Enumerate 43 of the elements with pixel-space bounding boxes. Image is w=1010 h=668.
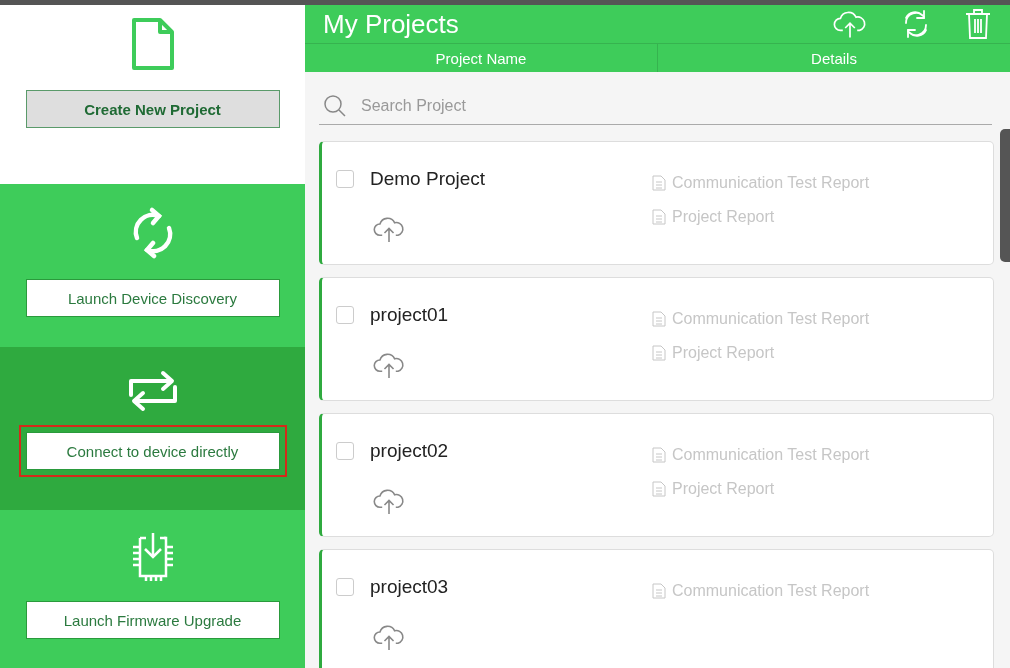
report-link[interactable]: Project Report — [672, 344, 775, 362]
project-name: project02 — [370, 440, 449, 462]
cloud-upload-icon[interactable] — [372, 216, 406, 244]
cloud-upload-icon[interactable] — [372, 624, 406, 652]
report-link[interactable]: Project Report — [672, 208, 775, 226]
document-icon — [652, 175, 666, 191]
document-icon — [652, 447, 666, 463]
sidebar-button[interactable]: Launch Device Discovery — [25, 279, 280, 317]
report-link[interactable]: Communication Test Report — [672, 582, 870, 600]
cloud-upload-icon[interactable] — [372, 488, 406, 516]
report-link[interactable]: Project Report — [672, 480, 775, 498]
document-icon — [652, 481, 666, 497]
cloud-upload-icon[interactable] — [372, 352, 406, 380]
report-link[interactable]: Communication Test Report — [672, 174, 870, 192]
project-card[interactable]: Demo Project Communication Test Report Project Report — [319, 141, 994, 265]
report-link[interactable]: Communication Test Report — [672, 310, 870, 328]
document-icon — [652, 583, 666, 599]
search-field[interactable]: Search Project — [359, 96, 988, 116]
header-title: My Projects — [323, 8, 460, 40]
cloud-upload-icon[interactable] — [832, 9, 868, 39]
project-card[interactable]: project03 Communication Test Report — [319, 549, 994, 668]
sync-icon[interactable] — [902, 9, 930, 40]
scrollbar-thumb[interactable] — [1000, 129, 1010, 262]
checkbox[interactable] — [336, 578, 354, 596]
checkbox[interactable] — [336, 170, 354, 188]
document-icon — [652, 311, 666, 327]
sidebar-button[interactable]: Launch Firmware Upgrade — [25, 601, 280, 639]
search-icon — [323, 94, 347, 118]
sidebar-button[interactable]: Create New Project — [25, 90, 280, 128]
project-name: Demo Project — [370, 168, 486, 190]
checkbox[interactable] — [336, 306, 354, 324]
swap-arrows-icon — [127, 369, 178, 413]
project-card[interactable]: project01 Communication Test Report Project Report — [319, 277, 994, 401]
document-icon — [130, 17, 175, 71]
checkbox[interactable] — [336, 442, 354, 460]
project-card[interactable]: project02 Communication Test Report Project Report — [319, 413, 994, 537]
project-name: project03 — [370, 576, 449, 598]
document-icon — [652, 345, 666, 361]
report-link[interactable]: Communication Test Report — [672, 446, 870, 464]
trash-icon[interactable] — [964, 8, 992, 41]
sidebar-button[interactable]: Connect to device directly — [25, 432, 280, 470]
document-icon — [652, 209, 666, 225]
project-name: project01 — [370, 304, 449, 326]
